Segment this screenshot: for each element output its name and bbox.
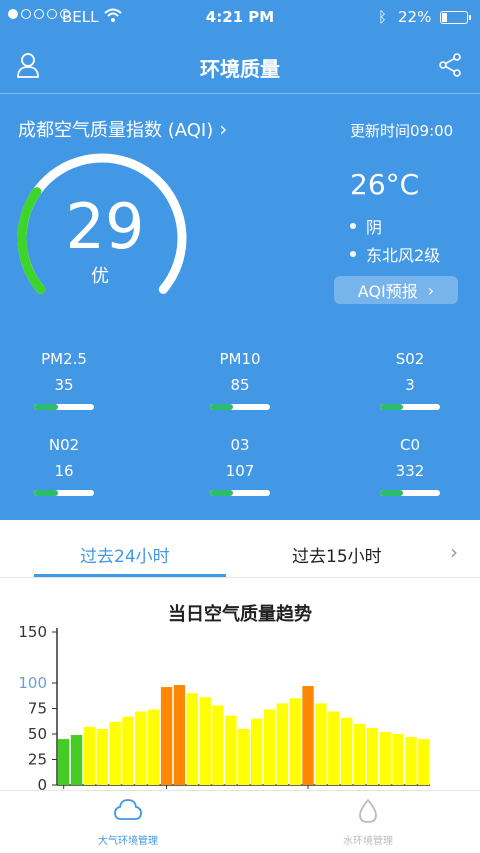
bullet-icon <box>350 251 356 257</box>
tab-past-15h[interactable]: 过去15小时 <box>292 542 382 567</box>
tabbar-label: 大气环境管理 <box>98 836 158 847</box>
pollutant-value: 3 <box>405 376 415 394</box>
chart-bar <box>199 697 211 785</box>
chevron-right-icon: › <box>219 117 228 141</box>
pollutant-bar <box>380 490 440 496</box>
tab-underline <box>34 574 226 577</box>
pollutant-no2: N02 16 <box>16 436 112 496</box>
aqi-title: 成都空气质量指数 (AQI) <box>18 120 214 141</box>
pollutant-pm25: PM2.5 35 <box>16 350 112 410</box>
update-time: 更新时间09:00 <box>350 122 454 140</box>
bottom-tab-bar: 大气环境管理 水环境管理 <box>0 790 480 853</box>
chart-bar <box>186 693 198 785</box>
pollutant-bar <box>34 490 94 496</box>
chart-bar <box>160 687 173 785</box>
chart-bar <box>212 705 224 785</box>
chart-bar <box>276 703 289 785</box>
chart-bar <box>328 711 340 785</box>
aqi-value: 29 <box>65 190 145 263</box>
pollutant-o3: 03 107 <box>192 436 288 496</box>
chart-bar <box>148 709 160 785</box>
pollutant-name: PM2.5 <box>41 350 87 368</box>
tab-past-24h[interactable]: 过去24小时 <box>80 542 170 567</box>
pollutant-bar <box>380 404 440 410</box>
tabbar-label: 水环境管理 <box>343 836 393 847</box>
share-icon[interactable] <box>438 52 462 78</box>
chart-bar <box>418 739 430 785</box>
chart-bar <box>135 711 147 785</box>
chart-bar <box>405 737 417 785</box>
aqi-forecast-label: AQI预报 <box>357 282 418 301</box>
chevron-right-icon: › <box>427 280 435 300</box>
chart-bar <box>302 686 314 785</box>
water-icon <box>359 798 377 823</box>
pollutant-so2: S02 3 <box>362 350 458 410</box>
pollutant-name: C0 <box>399 436 421 454</box>
y-tick-label: 25 <box>28 751 47 769</box>
y-tick-label: 150 <box>18 623 47 641</box>
y-tick-label: 75 <box>28 700 47 718</box>
pollutant-bar <box>210 490 270 496</box>
pollutant-co: C0 332 <box>362 436 458 496</box>
aqi-title-link[interactable]: 成都空气质量指数 (AQI) › <box>18 116 227 142</box>
chart-bar <box>250 718 263 785</box>
header-panel: BELL 4:21 PM ᛒ 22% 环境质量 成都空气质量指数 (AQI) ›… <box>0 0 480 520</box>
chart-bar <box>263 709 276 785</box>
aqi-level: 优 <box>91 266 109 287</box>
tabbar-water[interactable]: 水环境管理 <box>308 797 428 847</box>
battery-percent: 22% <box>398 8 432 26</box>
pollutant-value: 332 <box>395 462 425 480</box>
chart-bar <box>392 734 404 785</box>
time-range-tabs: 过去24小时 过去15小时 › <box>0 528 480 578</box>
chart-bar <box>173 685 186 785</box>
gauge-fill <box>17 187 46 294</box>
y-tick-label: 100 <box>18 674 47 692</box>
chart-bar <box>238 728 250 785</box>
pollutant-value: 107 <box>225 462 255 480</box>
pollutant-bar <box>210 404 270 410</box>
weather-condition: 阴 <box>366 218 383 237</box>
chart-bar <box>70 735 83 785</box>
chart-bar <box>122 716 134 785</box>
bullet-icon <box>350 223 356 229</box>
bluetooth-icon: ᛒ <box>378 8 388 26</box>
pollutant-value: 16 <box>54 462 74 480</box>
temperature: 26°C <box>350 168 420 201</box>
y-tick-label: 50 <box>28 725 47 743</box>
pollutant-name: S02 <box>395 350 425 368</box>
chart-bar <box>289 698 301 785</box>
chart-bar <box>340 717 353 785</box>
chart-bar <box>315 703 327 785</box>
cloud-icon <box>114 799 142 820</box>
pollutant-pm10: PM10 85 <box>192 350 288 410</box>
aqi-forecast-button[interactable]: AQI预报 › <box>334 276 458 304</box>
status-bar: BELL 4:21 PM ᛒ 22% <box>0 0 480 36</box>
wind: 东北风2级 <box>366 246 441 265</box>
pollutant-value: 35 <box>54 376 74 394</box>
wind-row: 东北风2级 <box>350 242 440 266</box>
pollutant-name: 03 <box>230 436 250 454</box>
aqi-trend-chart: 0 25 50 75 100 150 <box>18 623 430 790</box>
chart-bar <box>379 731 391 785</box>
chart-bar <box>366 727 379 785</box>
battery-icon <box>440 11 471 24</box>
pollutant-value: 85 <box>230 376 250 394</box>
chart-bar <box>353 723 366 785</box>
chart-bar <box>58 739 70 785</box>
chart-bar <box>109 721 121 785</box>
pollutant-bar <box>34 404 94 410</box>
chevron-right-icon[interactable]: › <box>450 540 458 564</box>
pollutant-name: PM10 <box>219 350 261 368</box>
y-tick-label: 0 <box>37 776 47 790</box>
weather-condition-row: 阴 <box>350 214 382 238</box>
pollutant-name: N02 <box>48 436 80 454</box>
chart-bar <box>83 726 96 785</box>
tabbar-air[interactable]: 大气环境管理 <box>68 797 188 847</box>
chart-bar <box>225 715 237 785</box>
chart-bar <box>96 728 108 785</box>
page-title: 环境质量 <box>200 57 280 81</box>
nav-bar: 环境质量 <box>0 36 480 94</box>
